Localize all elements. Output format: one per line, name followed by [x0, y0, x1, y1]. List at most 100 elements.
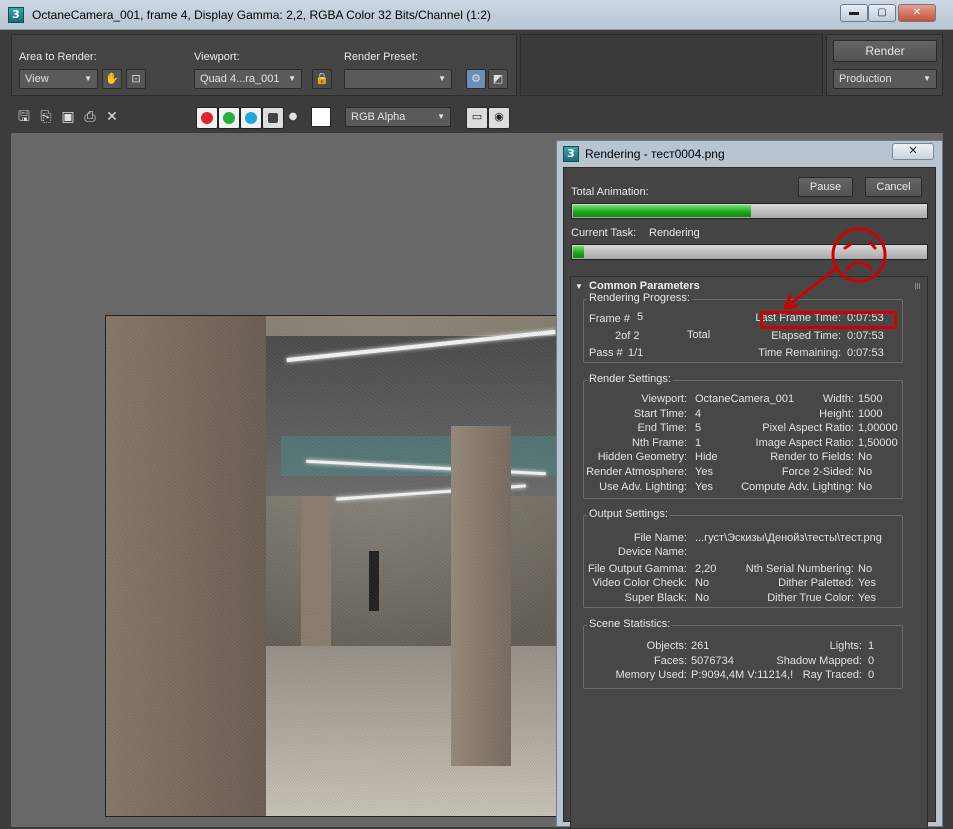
clear-icon[interactable]: ✕	[103, 108, 121, 126]
lock-icon[interactable]: 🔒	[312, 69, 332, 89]
monochrome-icon[interactable]: ●	[284, 108, 302, 126]
rendered-image	[105, 315, 557, 817]
setting-label: Height:	[819, 408, 854, 420]
red-channel-toggle[interactable]	[196, 107, 218, 129]
stat-label: Objects:	[646, 640, 687, 652]
channel-display-dropdown[interactable]: RGB Alpha ▼	[345, 107, 451, 127]
setting-value: No	[695, 577, 710, 589]
dialog-title: Rendering - тест0004.png	[585, 147, 725, 161]
pause-button[interactable]: Pause	[798, 177, 853, 197]
setting-label: Render Atmosphere:	[586, 466, 687, 478]
frame-count-value: 2of 2	[615, 330, 640, 342]
render-preset-dropdown[interactable]: ▼	[344, 69, 452, 89]
setting-label: Force 2-Sided:	[781, 466, 854, 478]
cancel-button[interactable]: Cancel	[865, 177, 922, 197]
stat-label: Memory Used:	[615, 669, 687, 681]
render-settings-group: Render Settings: Viewport: OctaneCamera_…	[583, 373, 903, 499]
sad-face-annotation-icon	[783, 227, 887, 310]
rendering-progress-title: Rendering Progress:	[587, 292, 692, 304]
save-icon[interactable]: 🖫	[15, 108, 33, 126]
close-button[interactable]: ✕	[898, 4, 936, 22]
setting-value: Yes	[695, 481, 713, 493]
blue-channel-toggle[interactable]	[240, 107, 262, 129]
stat-value: P:9094,4M V:11214,!	[691, 669, 794, 681]
frame-value: 5	[637, 311, 644, 323]
setting-label: Viewport:	[641, 393, 687, 405]
setting-value: No	[858, 451, 873, 463]
maximize-button[interactable]: ▢	[868, 4, 896, 22]
setting-label: File Output Gamma:	[587, 563, 687, 575]
area-to-render-label: Area to Render:	[19, 51, 97, 63]
total-label: Total	[687, 329, 711, 341]
green-channel-toggle[interactable]	[218, 107, 240, 129]
area-to-render-dropdown[interactable]: View ▼	[19, 69, 98, 89]
clone-icon[interactable]: ▣	[59, 108, 77, 126]
toolbar-spacer	[520, 34, 823, 96]
setting-label: Render to Fields:	[770, 451, 854, 463]
alpha-channel-toggle[interactable]	[262, 107, 284, 129]
current-task-label: Current Task:	[571, 227, 637, 239]
file-name-value: ...густ\Эскизы\Денойз\тесты\тест.png	[695, 532, 882, 544]
render-button[interactable]: Render	[833, 40, 937, 62]
stat-value: 0	[868, 669, 875, 681]
chevron-down-icon: ▼	[438, 74, 446, 83]
stat-label: Lights:	[829, 640, 862, 652]
pass-label: Pass #	[589, 347, 623, 359]
environment-icon[interactable]: ◩	[488, 69, 508, 89]
render-mode-dropdown[interactable]: Production ▼	[833, 69, 937, 89]
setting-value: 1,50000	[858, 437, 898, 449]
sad-face-left-brow	[843, 242, 853, 250]
setting-label: Compute Adv. Lighting:	[741, 481, 854, 493]
elapsed-time-label: Elapsed Time:	[771, 330, 841, 342]
stat-value: 0	[868, 655, 875, 667]
chevron-down-icon: ▼	[923, 74, 931, 83]
area-to-render-value: View	[25, 73, 49, 85]
copy-icon[interactable]: ⎘	[37, 108, 55, 126]
viewport-dropdown[interactable]: Quad 4...ra_001 ▼	[194, 69, 302, 89]
toggle-ui-icon[interactable]: ◉	[488, 107, 510, 129]
alpha-icon	[268, 113, 278, 123]
minimize-button[interactable]: ▬	[840, 4, 868, 22]
render-actions-panel: Render Production ▼	[826, 34, 943, 96]
setting-label: Pixel Aspect Ratio:	[762, 422, 854, 434]
setting-value: 2,20	[695, 563, 717, 575]
current-task-value: Rendering	[649, 227, 700, 239]
window-titlebar: 3 OctaneCamera_001, frame 4, Display Gam…	[0, 0, 953, 30]
chevron-down-icon: ▼	[84, 74, 92, 83]
sad-face-frown	[845, 261, 873, 271]
sad-face-right-brow	[868, 240, 877, 250]
current-progress-fill	[573, 246, 584, 258]
dialog-close-button[interactable]: ✕	[892, 143, 934, 160]
rollout-header[interactable]: ▼ Common Parameters	[575, 280, 700, 292]
setting-value: No	[858, 563, 873, 575]
device-name-label: Device Name:	[617, 546, 687, 558]
stat-label: Shadow Mapped:	[776, 655, 862, 667]
setting-value: 1000	[858, 408, 883, 420]
setting-label: Nth Serial Numbering:	[745, 563, 854, 575]
sad-face-outline	[831, 227, 887, 283]
viewport-value: Quad 4...ra_001	[200, 73, 280, 85]
setting-value: No	[858, 466, 873, 478]
setting-value: Yes	[858, 592, 876, 604]
render-noise	[106, 316, 556, 816]
color-swatch[interactable]	[311, 107, 331, 127]
setting-value: Hide	[695, 451, 718, 463]
scene-statistics-title: Scene Statistics:	[587, 618, 673, 630]
frame-label: Frame #	[589, 313, 630, 325]
setting-label: Super Black:	[624, 592, 687, 604]
frame-toolbar: 🖫 ⎘ ▣ ⎙ ✕ ● RGB Alpha ▼ ▭ ◉	[11, 104, 943, 130]
auto-region-icon[interactable]: ⊡	[126, 69, 146, 89]
drag-grip-icon[interactable]	[915, 283, 921, 289]
edit-region-icon[interactable]: ✋	[102, 69, 122, 89]
setting-value: 1	[695, 437, 702, 449]
scene-statistics-group: Scene Statistics: Objects: 261 Faces: 50…	[583, 618, 903, 689]
chevron-down-icon: ▼	[437, 112, 445, 121]
stat-value: 1	[868, 640, 875, 652]
print-icon[interactable]: ⎙	[81, 108, 99, 126]
total-animation-label: Total Animation:	[571, 186, 649, 198]
blue-dot-icon	[245, 112, 257, 124]
setting-value: 5	[695, 422, 702, 434]
render-setup-icon[interactable]: ⚙	[466, 69, 486, 89]
rollout-title: Common Parameters	[589, 280, 700, 292]
toggle-ui-overlay-icon[interactable]: ▭	[466, 107, 488, 129]
